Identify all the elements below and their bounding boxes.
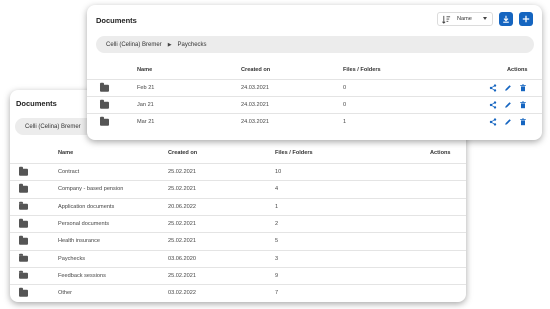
edit-icon[interactable] xyxy=(504,118,512,126)
cell-files: 1 xyxy=(275,203,279,210)
breadcrumb-item[interactable]: Celli (Celina) Bremer xyxy=(106,42,162,48)
download-icon xyxy=(503,15,509,23)
sort-dropdown[interactable]: Name xyxy=(437,12,493,26)
cell-name[interactable]: Personal documents xyxy=(58,221,109,227)
folder-icon xyxy=(100,116,109,126)
delete-icon[interactable] xyxy=(519,118,527,126)
folder-icon xyxy=(19,288,28,297)
cell-created: 25.02.2021 xyxy=(168,238,196,245)
breadcrumb-item[interactable]: Celli (Celina) Bremer xyxy=(25,124,81,130)
column-header-files[interactable]: Files / Folders xyxy=(343,67,381,73)
add-button[interactable] xyxy=(519,12,533,26)
folder-icon xyxy=(19,253,28,262)
cell-name[interactable]: Feedback sessions xyxy=(58,273,106,279)
column-header-files[interactable]: Files / Folders xyxy=(275,150,313,156)
table-row[interactable]: Other 03.02.2022 7 xyxy=(10,284,466,301)
share-icon[interactable] xyxy=(489,101,497,109)
edit-icon[interactable] xyxy=(504,84,512,92)
table-row[interactable]: Contract 25.02.2021 10 xyxy=(10,163,466,180)
table-row[interactable]: Health insurance 25.02.2021 5 xyxy=(10,232,466,249)
row-actions xyxy=(489,101,527,109)
table-row[interactable]: Jan 21 24.03.2021 0 xyxy=(87,96,542,113)
cell-created: 24.03.2021 xyxy=(241,119,269,125)
table-row[interactable]: Application documents 20.06.2022 1 xyxy=(10,197,466,215)
column-header-actions: Actions xyxy=(507,67,528,73)
page-title: Documents xyxy=(96,16,137,25)
sort-icon xyxy=(442,15,451,24)
table-row[interactable]: Personal documents 25.02.2021 2 xyxy=(10,214,466,232)
cell-files: 4 xyxy=(275,186,279,193)
delete-icon[interactable] xyxy=(519,84,527,92)
row-actions xyxy=(489,118,527,126)
documents-panel-front: Documents Name Celli (Celina) Bremer ▶ P… xyxy=(87,5,542,140)
breadcrumb: Celli (Celina) Bremer ▶ Paychecks xyxy=(96,36,534,53)
column-header-created[interactable]: Created on xyxy=(168,150,197,156)
cell-name[interactable]: Company - based pension xyxy=(58,186,123,192)
cell-created: 25.02.2021 xyxy=(168,272,196,279)
cell-files: 2 xyxy=(275,221,279,228)
cell-files: 10 xyxy=(275,169,282,176)
column-header-actions: Actions xyxy=(430,150,451,156)
cell-files: 5 xyxy=(275,238,279,245)
caret-right-icon: ▶ xyxy=(167,41,172,48)
folder-icon xyxy=(19,184,28,193)
table-row[interactable]: Mar 21 24.03.2021 1 xyxy=(87,113,542,130)
cell-name[interactable]: Feb 21 xyxy=(137,85,154,91)
row-actions xyxy=(489,84,527,92)
cell-created: 03.02.2022 xyxy=(168,290,196,297)
table-row[interactable]: Company - based pension 25.02.2021 4 xyxy=(10,180,466,197)
cell-created: 25.02.2021 xyxy=(168,169,196,176)
cell-name[interactable]: Contract xyxy=(58,169,79,175)
edit-icon[interactable] xyxy=(504,101,512,109)
folder-icon xyxy=(19,218,28,228)
cell-created: 24.03.2021 xyxy=(241,85,269,91)
add-icon xyxy=(522,15,530,23)
folder-icon xyxy=(19,236,28,245)
cell-files: 3 xyxy=(275,255,279,262)
table-row[interactable]: Feedback sessions 25.02.2021 9 xyxy=(10,266,466,284)
cell-name[interactable]: Jan 21 xyxy=(137,102,154,108)
cell-created: 24.03.2021 xyxy=(241,102,269,108)
folder-icon xyxy=(100,99,109,109)
cell-name[interactable]: Paychecks xyxy=(58,256,85,262)
breadcrumb-item-current: Paychecks xyxy=(177,41,207,48)
cell-files: 1 xyxy=(343,119,347,125)
cell-name[interactable]: Application documents xyxy=(58,204,114,210)
cell-created: 25.02.2021 xyxy=(168,186,196,193)
cell-files: 0 xyxy=(343,85,347,91)
column-header-name[interactable]: Name xyxy=(137,67,152,73)
cell-name[interactable]: Other xyxy=(58,290,72,296)
share-icon[interactable] xyxy=(489,84,497,92)
share-icon[interactable] xyxy=(489,118,497,126)
page-title: Documents xyxy=(16,99,57,108)
sort-label: Name xyxy=(457,16,472,22)
folder-icon xyxy=(19,167,28,176)
cell-created: 25.02.2021 xyxy=(168,221,196,228)
cell-name[interactable]: Mar 21 xyxy=(137,119,154,125)
folder-icon xyxy=(100,82,109,92)
delete-icon[interactable] xyxy=(519,101,527,109)
cell-files: 0 xyxy=(343,102,347,108)
chevron-down-icon xyxy=(483,17,487,20)
column-header-created[interactable]: Created on xyxy=(241,67,270,73)
cell-created: 20.06.2022 xyxy=(168,203,196,210)
download-button[interactable] xyxy=(499,12,513,26)
folder-icon xyxy=(19,201,28,210)
table-row[interactable]: Feb 21 24.03.2021 0 xyxy=(87,79,542,96)
table-row[interactable]: Paychecks 03.06.2020 3 xyxy=(10,249,466,267)
cell-files: 7 xyxy=(275,290,279,297)
cell-created: 03.06.2020 xyxy=(168,255,196,262)
cell-name[interactable]: Health insurance xyxy=(58,238,100,244)
column-header-name[interactable]: Name xyxy=(58,150,73,156)
folder-icon xyxy=(19,270,28,280)
cell-files: 9 xyxy=(275,272,279,279)
